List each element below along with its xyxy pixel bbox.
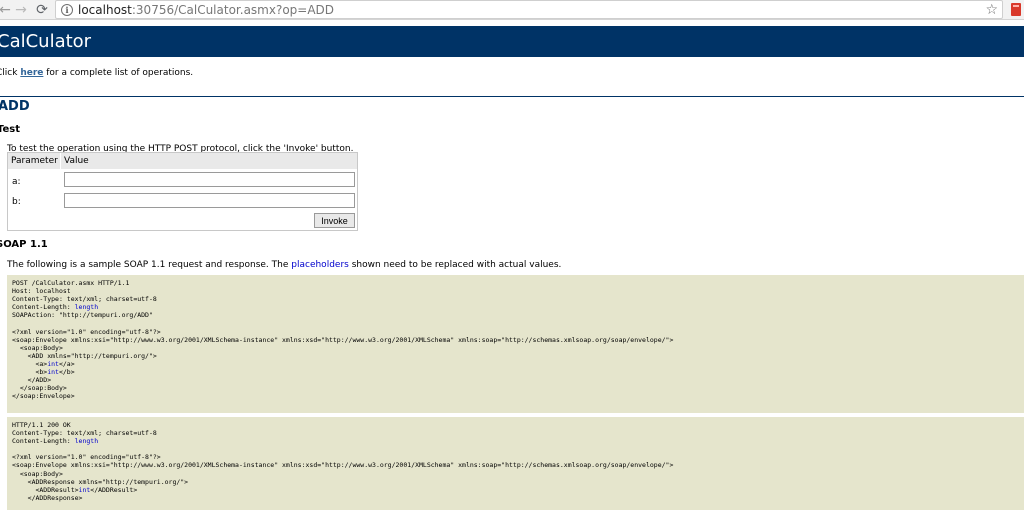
code-line: <soap:Envelope xmlns:xsi="http://www.w3.… (12, 336, 1019, 344)
test-form: Parameter Value a: b: Invoke (7, 152, 358, 231)
operations-intro: Click here for a complete list of operat… (0, 67, 193, 79)
soap-request-sample: POST /CalCulator.asmx HTTP/1.1 Host: loca… (7, 275, 1024, 413)
service-banner: CalCulator (0, 26, 1024, 57)
code-text: </b> (58, 368, 75, 377)
code-text: <soap:Envelope xmlns:xsi="http://www.w3.… (12, 335, 674, 344)
param-b-input[interactable] (64, 193, 355, 208)
test-heading: Test (0, 124, 21, 135)
soap-intro-after: shown need to be replaced with actual va… (348, 260, 562, 270)
code-text: </a> (58, 359, 75, 368)
code-line: <ADDResponse xmlns="http://tempuri.org/"… (12, 478, 1019, 486)
code-text: </ADDResponse> (12, 493, 83, 502)
code-text: HTTP/1.1 200 OK (12, 421, 71, 429)
code-text: <b> (12, 368, 48, 377)
code-line: </ADDResponse> (12, 494, 1019, 502)
forward-arrow-icon[interactable]: → (12, 1, 30, 19)
reload-icon[interactable]: ⟳ (33, 1, 51, 19)
code-line: <?xml version="1.0" encoding="utf-8"?> (12, 328, 1019, 336)
param-b-label: b: (12, 197, 21, 207)
soap-intro-before: The following is a sample SOAP 1.1 reque… (7, 260, 292, 270)
invoke-button[interactable]: Invoke (314, 213, 355, 228)
url-host: localhost (78, 3, 132, 17)
code-line: </soap:Envelope> (12, 392, 1019, 400)
browser-toolbar: ← → ⟳ i localhost:30756/CalCulator.asmx?… (0, 0, 1024, 20)
code-text: <soap:Body> (12, 469, 63, 478)
url-text[interactable]: localhost:30756/CalCulator.asmx?op=ADD (78, 2, 334, 18)
code-text: <?xml version="1.0" encoding="utf-8"?> (12, 327, 161, 336)
code-line: <soap:Envelope xmlns:xsi="http://www.w3.… (12, 461, 1019, 469)
code-text: <a> (12, 359, 48, 368)
code-line: <soap:Body> (12, 344, 1019, 352)
soap-response-sample: HTTP/1.1 200 OK Content-Type: text/xml; c… (7, 417, 1024, 510)
code-line: <b>int</b> (12, 368, 1019, 376)
value-column-header: Value (64, 156, 89, 166)
operations-list-link[interactable]: here (20, 68, 43, 78)
code-line: </ADD> (12, 376, 1019, 384)
soap-intro: The following is a sample SOAP 1.1 reque… (7, 259, 561, 271)
code-text: <ADDResponse xmlns="http://tempuri.org/"… (12, 477, 189, 486)
code-line: Content-Type: text/xml; charset=utf-8 (12, 295, 1019, 303)
operation-heading: ADD (0, 99, 30, 114)
code-text: <soap:Body> (12, 343, 63, 352)
soap-heading: SOAP 1.1 (0, 239, 48, 250)
code-text: POST /CalCulator.asmx HTTP/1.1 (12, 279, 130, 287)
placeholders-term: placeholders (291, 260, 349, 270)
intro-text-after: for a complete list of operations. (43, 68, 194, 78)
code-line: <soap:Body> (12, 470, 1019, 478)
form-header: Parameter Value (8, 153, 357, 169)
code-line: <ADD xmlns="http://tempuri.org/"> (12, 352, 1019, 360)
code-text: Host: localhost (12, 287, 71, 296)
code-text: <soap:Envelope xmlns:xsi="http://www.w3.… (12, 461, 674, 470)
code-text: </ADDResult> (90, 485, 138, 494)
code-line: POST /CalCulator.asmx HTTP/1.1 (12, 279, 1019, 287)
code-line: Host: localhost (12, 287, 1019, 295)
parameter-column-header: Parameter (11, 156, 58, 166)
code-text: </soap:Envelope> (12, 392, 75, 401)
code-line: Content-Length: length (12, 303, 1019, 311)
code-placeholder: length (74, 303, 99, 312)
star-icon[interactable]: ☆ (985, 1, 998, 19)
code-text: Content-Length: (12, 303, 75, 312)
info-icon[interactable]: i (61, 4, 73, 16)
url-path: :30756/CalCulator.asmx?op=ADD (131, 3, 335, 17)
code-placeholder: int (78, 485, 91, 494)
code-placeholder: int (47, 368, 59, 377)
code-placeholder: int (47, 359, 59, 368)
header-separator (60, 153, 61, 169)
code-text: Content-Type: text/xml; charset=utf-8 (12, 429, 157, 438)
code-text: </ADD> (12, 376, 52, 385)
code-line: <?xml version="1.0" encoding="utf-8"?> (12, 453, 1019, 461)
code-text: <ADDResult> (12, 485, 79, 494)
code-text: SOAPAction: "http://tempuri.org/ADD" (12, 311, 153, 320)
param-a-input[interactable] (64, 172, 355, 187)
code-text: <ADD xmlns="http://tempuri.org/"> (12, 351, 157, 360)
code-line: <a>int</a> (12, 360, 1019, 368)
code-placeholder: length (74, 437, 99, 446)
code-text: <?xml version="1.0" encoding="utf-8"?> (12, 453, 161, 462)
divider (0, 96, 1024, 97)
code-text: Content-Type: text/xml; charset=utf-8 (12, 295, 157, 304)
intro-text-before: Click (0, 68, 18, 78)
code-text: Content-Length: (12, 437, 75, 446)
code-text: </soap:Body> (12, 384, 67, 393)
param-a-label: a: (12, 177, 21, 187)
code-line: </soap:Body> (12, 384, 1019, 392)
code-line: SOAPAction: "http://tempuri.org/ADD" (12, 311, 1019, 319)
code-line: HTTP/1.1 200 OK (12, 421, 1019, 429)
address-bar[interactable]: i localhost:30756/CalCulator.asmx?op=ADD… (55, 0, 1003, 19)
code-line: Content-Type: text/xml; charset=utf-8 (12, 429, 1019, 437)
extension-icon[interactable] (1011, 3, 1021, 16)
code-line: Content-Length: length (12, 437, 1019, 445)
service-title: CalCulator (0, 31, 92, 52)
code-line: <ADDResult>int</ADDResult> (12, 486, 1019, 494)
